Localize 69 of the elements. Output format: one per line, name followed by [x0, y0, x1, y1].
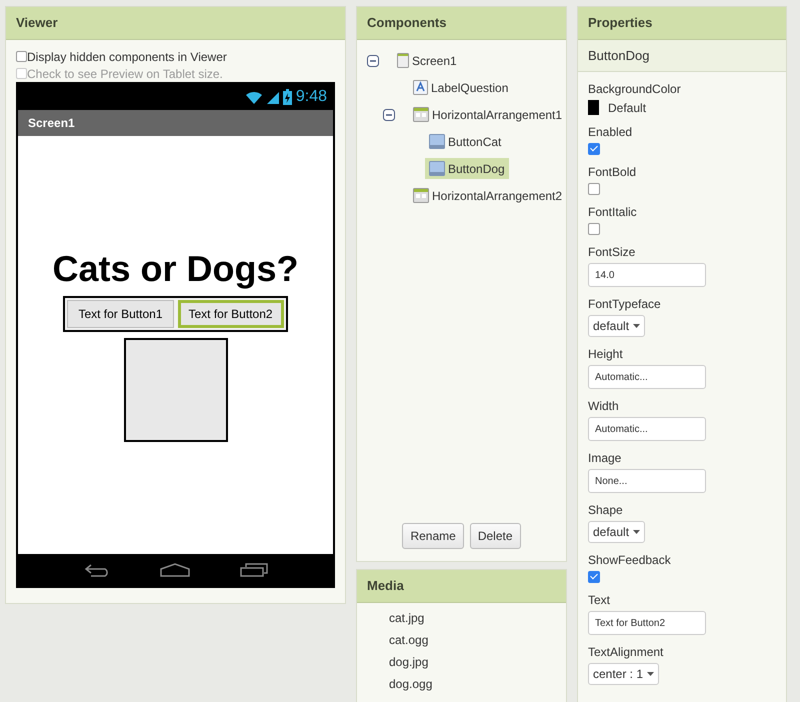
arrangement-icon	[413, 188, 429, 203]
back-icon[interactable]	[82, 563, 111, 577]
option-label: Display hidden components in Viewer	[27, 50, 227, 64]
signal-icon	[266, 90, 279, 104]
property-label: Width	[588, 399, 620, 413]
caret-icon	[633, 324, 640, 328]
property-label: Text	[588, 593, 612, 607]
media-file[interactable]: cat.ogg	[357, 629, 566, 651]
property-label: BackgroundColor	[588, 82, 682, 96]
option-label: Check to see Preview on Tablet size.	[27, 66, 223, 80]
button-icon	[429, 134, 445, 149]
question-label: Cats or Dogs?	[52, 248, 299, 290]
component-item[interactable]: HorizontalArrangement2	[409, 185, 566, 206]
property-field[interactable]: Automatic...	[588, 365, 706, 389]
panel-title: Properties	[578, 7, 786, 40]
checkbox[interactable]	[588, 571, 600, 583]
panel-title: Viewer	[6, 7, 345, 40]
label-icon	[413, 80, 428, 95]
collapse-icon[interactable]	[383, 108, 395, 120]
property-label: ShowFeedback	[588, 553, 672, 567]
status-time: 9:48	[296, 88, 327, 106]
property-label: Enabled	[588, 125, 634, 139]
preview-button[interactable]: Text for Button2	[178, 300, 284, 328]
component-item[interactable]: ButtonCat	[425, 131, 506, 152]
property-field[interactable]: Text for Button2	[588, 611, 706, 635]
panel-title: Media	[357, 570, 566, 603]
property-dropdown[interactable]: default	[588, 315, 646, 337]
button-icon	[429, 161, 445, 176]
property-dropdown[interactable]: default	[588, 521, 646, 543]
recents-icon[interactable]	[240, 563, 268, 577]
color-value: Default	[608, 100, 646, 114]
component-item[interactable]: HorizontalArrangement1	[409, 104, 566, 125]
preview-button[interactable]: Text for Button1	[67, 300, 174, 328]
collapse-icon[interactable]	[367, 54, 379, 66]
color-picker[interactable]: Default	[588, 100, 776, 115]
caret-icon	[633, 530, 640, 534]
action-button[interactable]: Delete	[470, 523, 521, 549]
wifi-icon	[244, 90, 263, 104]
property-field[interactable]: 14.0	[588, 263, 706, 287]
screen-title: Screen1	[18, 110, 333, 136]
property-label: TextAlignment	[588, 645, 664, 659]
property-label: FontSize	[588, 245, 636, 259]
component-item[interactable]: Screen1	[393, 50, 461, 71]
checkbox[interactable]	[16, 51, 27, 62]
component-item[interactable]: ButtonDog	[425, 158, 509, 179]
screen-icon	[397, 53, 409, 68]
battery-icon	[282, 89, 292, 105]
property-label: Image	[588, 451, 622, 465]
property-label: FontBold	[588, 165, 638, 179]
checkbox[interactable]	[588, 183, 600, 195]
property-label: FontTypeface	[588, 297, 662, 311]
property-label: FontItalic	[588, 205, 638, 219]
property-label: Shape	[588, 503, 624, 517]
component-item[interactable]: LabelQuestion	[409, 77, 512, 98]
home-icon[interactable]	[160, 563, 190, 577]
media-file[interactable]: cat.jpg	[357, 607, 566, 629]
action-button[interactable]: Rename	[402, 523, 464, 549]
media-file[interactable]: dog.ogg	[357, 673, 566, 695]
property-field[interactable]: None...	[588, 469, 706, 493]
property-label: Height	[588, 347, 624, 361]
checkbox[interactable]	[588, 143, 600, 155]
media-file[interactable]: dog.jpg	[357, 651, 566, 673]
arrangement-icon	[413, 107, 429, 122]
caret-icon	[647, 672, 654, 676]
property-dropdown[interactable]: center : 1	[588, 663, 660, 685]
selected-component: ButtonDog	[578, 40, 786, 72]
checkbox[interactable]	[588, 223, 600, 235]
panel-title: Components	[357, 7, 566, 40]
property-field[interactable]: Automatic...	[588, 417, 706, 441]
